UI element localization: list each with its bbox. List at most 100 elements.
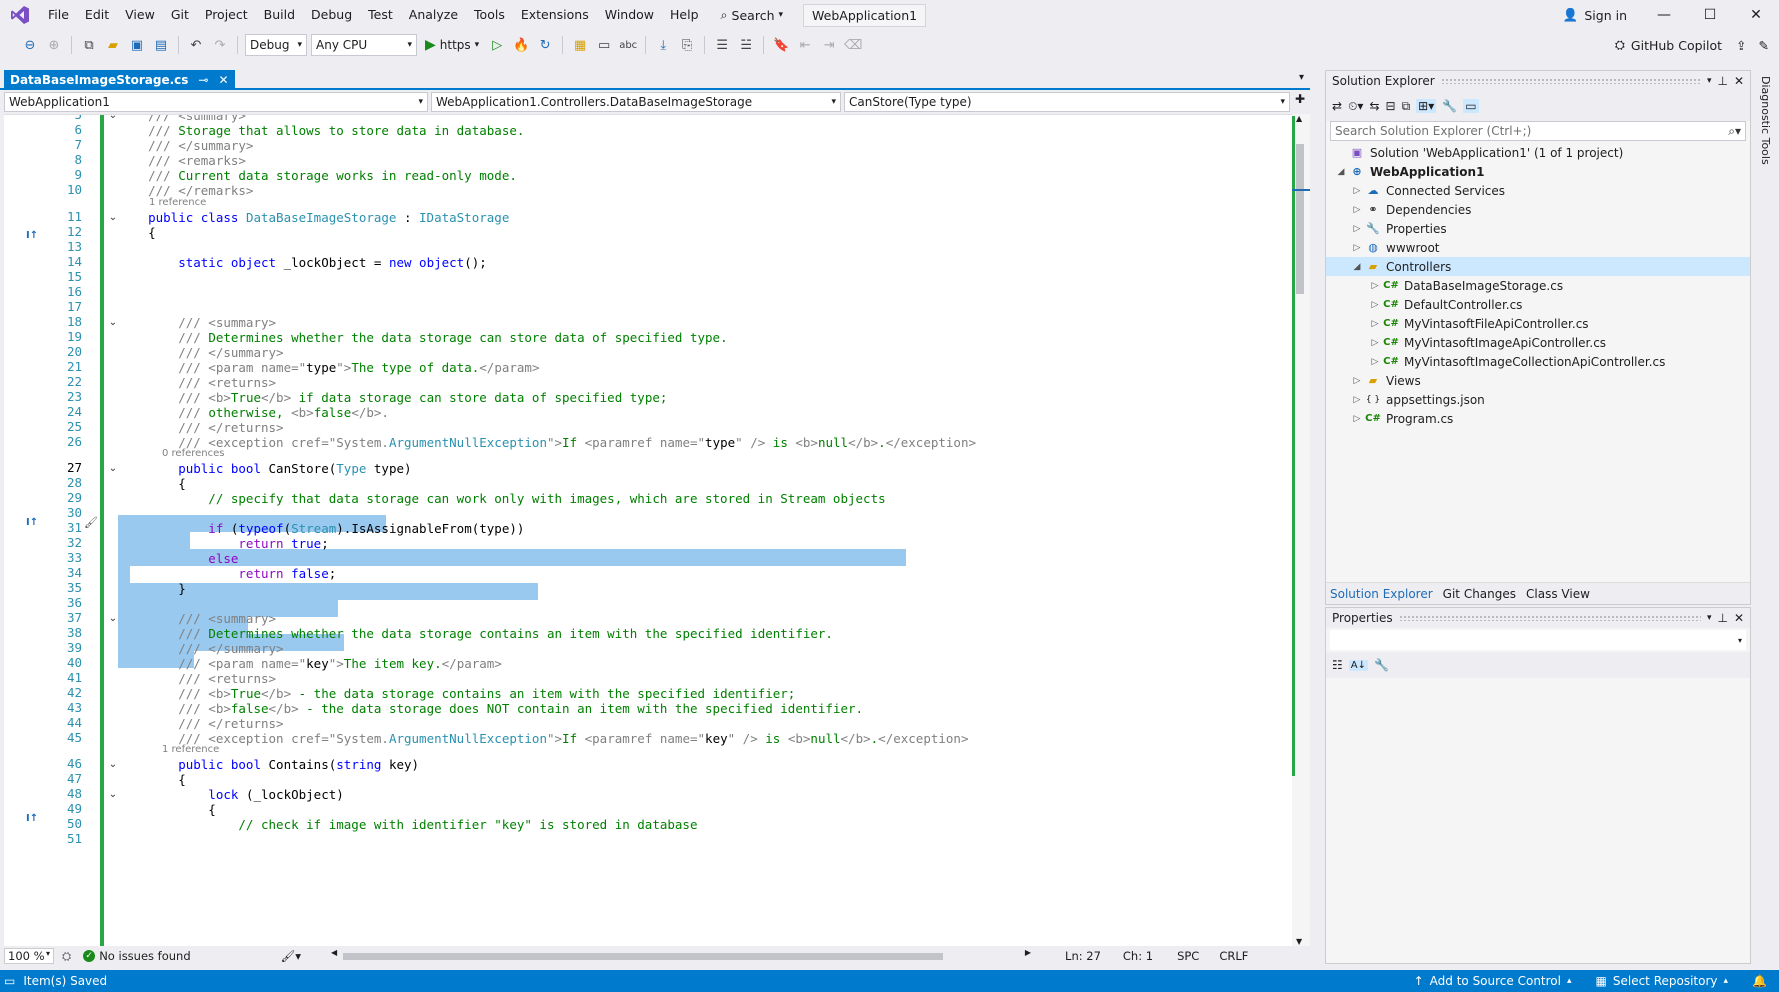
scroll-down-icon[interactable]: ▼: [1296, 937, 1302, 946]
uncomment-icon[interactable]: ☱: [736, 35, 756, 55]
new-project-icon[interactable]: ⧉: [79, 35, 99, 55]
collapsed-icon[interactable]: ▷: [1368, 300, 1382, 310]
implementation-glyph-icon[interactable]: I↑: [26, 813, 38, 824]
tree-item-dependencies[interactable]: ▷ ⚭ Dependencies: [1326, 200, 1750, 219]
collapsed-icon[interactable]: ▷: [1368, 319, 1382, 329]
pin-icon[interactable]: ⊥: [1717, 611, 1727, 625]
menu-edit[interactable]: Edit: [77, 0, 117, 30]
quick-action-icon[interactable]: 🖌: [84, 516, 98, 529]
close-icon[interactable]: ✕: [218, 73, 228, 87]
tab-git-changes[interactable]: Git Changes: [1443, 587, 1516, 601]
menu-view[interactable]: View: [117, 0, 163, 30]
implementation-glyph-icon[interactable]: I↑: [26, 517, 38, 528]
h-scrollbar-thumb[interactable]: [343, 953, 944, 960]
tree-item-project[interactable]: ◢ ⊕ WebApplication1: [1326, 162, 1750, 181]
categorized-icon[interactable]: ☷: [1332, 658, 1343, 672]
switch-views-icon[interactable]: ⇆: [1369, 99, 1379, 113]
zoom-select[interactable]: 100 % ▾: [4, 948, 54, 964]
add-to-source-control-button[interactable]: ↑ Add to Source Control ▴: [1414, 974, 1572, 988]
tree-item-controllers[interactable]: ◢ ▰ Controllers: [1326, 257, 1750, 276]
property-pages-icon[interactable]: 🔧: [1374, 658, 1389, 672]
comment-icon[interactable]: ☰: [712, 35, 732, 55]
expanded-icon[interactable]: ◢: [1350, 262, 1364, 272]
alphabetical-icon[interactable]: A↓: [1348, 659, 1368, 671]
close-icon[interactable]: ✕: [1734, 611, 1744, 625]
tree-item-program[interactable]: ▷ C# Program.cs: [1326, 409, 1750, 428]
save-icon[interactable]: ▣: [127, 35, 147, 55]
menu-test[interactable]: Test: [360, 0, 401, 30]
code-editor[interactable]: I↑ I↑ I↑ 🖌 5 6 7 8 9 10 11 12 13 14 15 1…: [4, 114, 1310, 946]
collapsed-icon[interactable]: ▷: [1350, 414, 1364, 424]
close-icon[interactable]: ✕: [1734, 74, 1744, 88]
navigate-forward-icon[interactable]: ⊕: [44, 35, 64, 55]
tree-item-file[interactable]: ▷ C# DataBaseImageStorage.cs: [1326, 276, 1750, 295]
collapsed-icon[interactable]: ▷: [1350, 395, 1364, 405]
issues-indicator[interactable]: ✓ No issues found: [83, 949, 191, 963]
chevron-down-icon[interactable]: ▾: [1707, 76, 1712, 86]
prev-bookmark-icon[interactable]: ⇤: [795, 35, 815, 55]
collapsed-icon[interactable]: ▷: [1350, 186, 1364, 196]
minimize-button[interactable]: —: [1641, 0, 1687, 30]
tab-overflow-icon[interactable]: ▾: [1299, 72, 1304, 83]
layout-icon[interactable]: ▭: [594, 35, 614, 55]
step-over-icon[interactable]: ⎘: [677, 35, 697, 55]
collapsed-icon[interactable]: ▷: [1350, 243, 1364, 253]
scroll-left-icon[interactable]: ◀: [331, 948, 337, 957]
tab-databaseimagestorage[interactable]: DataBaseImageStorage.cs ⊸ ✕: [4, 70, 235, 90]
codelens-references[interactable]: 1 reference: [149, 197, 206, 208]
menu-build[interactable]: Build: [256, 0, 303, 30]
tree-item-connected-services[interactable]: ▷ ☁ Connected Services: [1326, 181, 1750, 200]
notifications-icon[interactable]: 🔔: [1752, 974, 1767, 988]
editor-horizontal-scrollbar[interactable]: ◀ ▶: [331, 948, 1031, 962]
intellicode-icon[interactable]: ⛭: [62, 949, 71, 964]
member-nav-select[interactable]: CanStore(Type type) ▾: [844, 92, 1290, 112]
tree-item-file[interactable]: ▷ C# MyVintasoftImageCollectionApiContro…: [1326, 352, 1750, 371]
diagnostic-tools-tab[interactable]: Diagnostic Tools: [1759, 76, 1772, 165]
split-window-icon[interactable]: ✚: [1293, 92, 1307, 112]
solution-explorer-search[interactable]: Search Solution Explorer (Ctrl+;) ⌕▾: [1330, 121, 1746, 141]
column-indicator[interactable]: Ch: 1: [1123, 949, 1153, 963]
step-into-icon[interactable]: ⤓: [653, 35, 673, 55]
menu-analyze[interactable]: Analyze: [401, 0, 466, 30]
tree-item-file[interactable]: ▷ C# MyVintasoftFileApiController.cs: [1326, 314, 1750, 333]
maximize-button[interactable]: ☐: [1687, 0, 1733, 30]
pane-grip[interactable]: [1440, 78, 1701, 84]
next-bookmark-icon[interactable]: ⇥: [819, 35, 839, 55]
collapsed-icon[interactable]: ▷: [1368, 357, 1382, 367]
codelens-references[interactable]: 0 references: [162, 448, 225, 459]
menu-git[interactable]: Git: [163, 0, 197, 30]
menu-extensions[interactable]: Extensions: [513, 0, 597, 30]
code-cleanup-icon[interactable]: 🖌▾: [281, 949, 301, 963]
expanded-icon[interactable]: ◢: [1334, 167, 1348, 177]
hot-reload-icon[interactable]: 🔥: [511, 35, 531, 55]
tree-item-properties[interactable]: ▷ 🔧 Properties: [1326, 219, 1750, 238]
collapsed-icon[interactable]: ▷: [1350, 376, 1364, 386]
pin-icon[interactable]: ⊸: [198, 73, 208, 87]
show-all-files-icon[interactable]: ⧉: [1402, 99, 1411, 114]
pending-changes-icon[interactable]: ⏲▾: [1348, 99, 1363, 114]
save-all-icon[interactable]: ▤: [151, 35, 171, 55]
tree-item-file[interactable]: ▷ C# MyVintasoftImageApiController.cs: [1326, 333, 1750, 352]
undo-icon[interactable]: ↶: [186, 35, 206, 55]
menu-file[interactable]: File: [40, 0, 77, 30]
whitespace-indicator[interactable]: SPC: [1177, 949, 1199, 963]
editor-vertical-scrollbar[interactable]: ▲ ▼: [1292, 114, 1310, 946]
close-window-button[interactable]: ✕: [1733, 0, 1779, 30]
menu-debug[interactable]: Debug: [303, 0, 360, 30]
github-copilot-button[interactable]: ⛭ GitHub Copilot ⇪ ✎: [1615, 37, 1779, 53]
scroll-up-icon[interactable]: ▲: [1296, 114, 1302, 123]
collapsed-icon[interactable]: ▷: [1350, 205, 1364, 215]
pane-grip[interactable]: [1398, 615, 1701, 621]
tree-item-solution[interactable]: ▣ Solution 'WebApplication1' (1 of 1 pro…: [1326, 143, 1750, 162]
spell-check-icon[interactable]: abc: [618, 35, 638, 55]
collapsed-icon[interactable]: ▷: [1368, 338, 1382, 348]
search-button[interactable]: ⌕ Search ▾: [713, 7, 792, 23]
properties-object-select[interactable]: ▾: [1330, 630, 1746, 650]
scroll-right-icon[interactable]: ▶: [1025, 948, 1031, 957]
collapsed-icon[interactable]: ▷: [1368, 281, 1382, 291]
collapsed-icon[interactable]: ▷: [1350, 224, 1364, 234]
share-icon[interactable]: ⇪: [1736, 38, 1746, 53]
bookmark-icon[interactable]: 🔖: [771, 35, 791, 55]
chevron-down-icon[interactable]: ▾: [1707, 613, 1712, 623]
pin-icon[interactable]: ⊥: [1717, 74, 1727, 88]
